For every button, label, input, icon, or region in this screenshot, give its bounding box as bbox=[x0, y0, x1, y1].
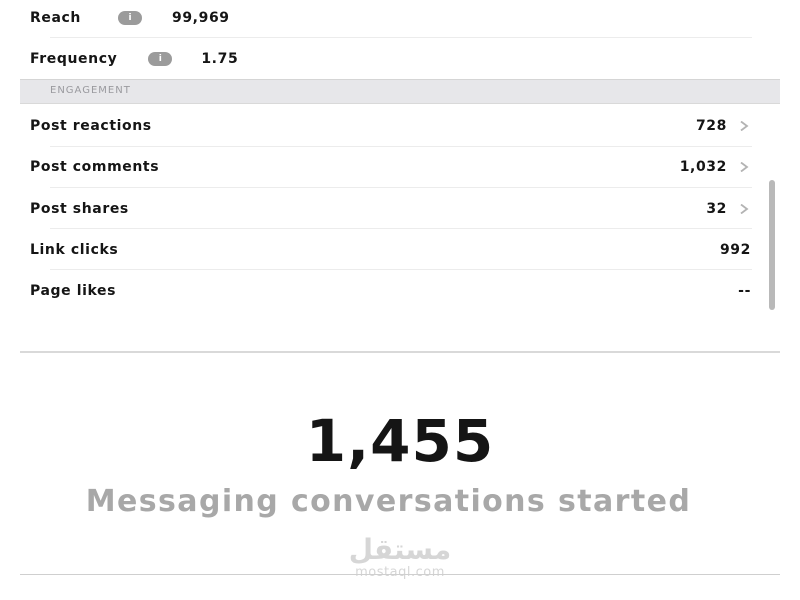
chevron-right-icon[interactable] bbox=[739, 162, 749, 172]
row-divider bbox=[50, 187, 752, 188]
row-label: Post comments bbox=[30, 159, 160, 175]
row-value: 1,032 bbox=[679, 159, 727, 175]
row-label: Link clicks bbox=[30, 242, 119, 258]
row-value: -- bbox=[738, 283, 751, 299]
metric-label: Reach bbox=[30, 10, 81, 26]
metric-value: 99,969 bbox=[172, 10, 230, 26]
chevron-right-icon[interactable] bbox=[739, 121, 749, 131]
info-icon[interactable]: i bbox=[148, 52, 173, 66]
row-divider bbox=[50, 269, 752, 270]
section-divider-top bbox=[20, 351, 780, 353]
row-label: Page likes bbox=[30, 283, 117, 299]
row-label: Post reactions bbox=[30, 118, 152, 134]
engagement-row-page-likes: Page likes -- bbox=[30, 281, 751, 301]
row-divider bbox=[50, 146, 752, 147]
row-value: 32 bbox=[706, 201, 727, 217]
metric-row-reach: Reach i 99,969 bbox=[30, 8, 751, 28]
row-value: 728 bbox=[695, 118, 727, 134]
row-divider bbox=[50, 228, 752, 229]
row-label: Post shares bbox=[30, 201, 129, 217]
scrollbar-thumb[interactable] bbox=[769, 180, 775, 310]
metric-row-frequency: Frequency i 1.75 bbox=[30, 49, 751, 69]
messaging-conversations-count: 1,455 bbox=[305, 407, 495, 475]
section-header-engagement: ENGAGEMENT bbox=[20, 79, 780, 104]
chevron-right-icon[interactable] bbox=[739, 204, 749, 214]
section-divider-bottom bbox=[20, 574, 780, 575]
info-icon[interactable]: i bbox=[118, 11, 142, 25]
engagement-row-post-comments[interactable]: Post comments 1,032 bbox=[30, 157, 751, 177]
engagement-row-link-clicks: Link clicks 992 bbox=[30, 240, 751, 260]
engagement-row-post-shares[interactable]: Post shares 32 bbox=[30, 199, 751, 219]
engagement-row-post-reactions[interactable]: Post reactions 728 bbox=[30, 116, 751, 136]
messaging-conversations-caption: Messaging conversations started bbox=[85, 484, 692, 519]
watermark-arabic: مستقل bbox=[348, 533, 452, 566]
section-header-label: ENGAGEMENT bbox=[50, 85, 131, 96]
watermark-url: mostaql.com bbox=[355, 565, 445, 580]
row-divider bbox=[50, 37, 752, 38]
insights-page: Reach i 99,969 Frequency i 1.75 ENGAGEME… bbox=[0, 0, 800, 600]
metric-value: 1.75 bbox=[201, 51, 239, 67]
metric-label: Frequency bbox=[30, 51, 118, 67]
row-value: 992 bbox=[719, 242, 751, 258]
